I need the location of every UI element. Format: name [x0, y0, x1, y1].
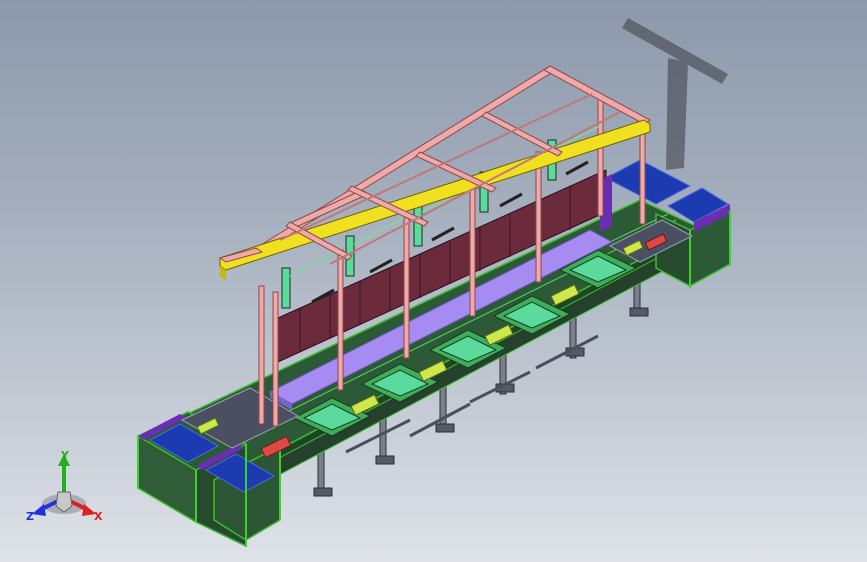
assembly-model-view[interactable] — [0, 0, 867, 562]
x-axis-label: X — [94, 510, 103, 523]
triad-graphic: Y X Z — [26, 449, 103, 523]
cad-viewport[interactable]: Y X Z — [0, 0, 867, 562]
orientation-triad[interactable]: Y X Z — [22, 448, 106, 528]
z-axis-label: Z — [26, 510, 34, 523]
z-axis-head — [32, 504, 46, 516]
y-axis-label: Y — [60, 449, 70, 462]
background-shadow — [622, 18, 728, 170]
